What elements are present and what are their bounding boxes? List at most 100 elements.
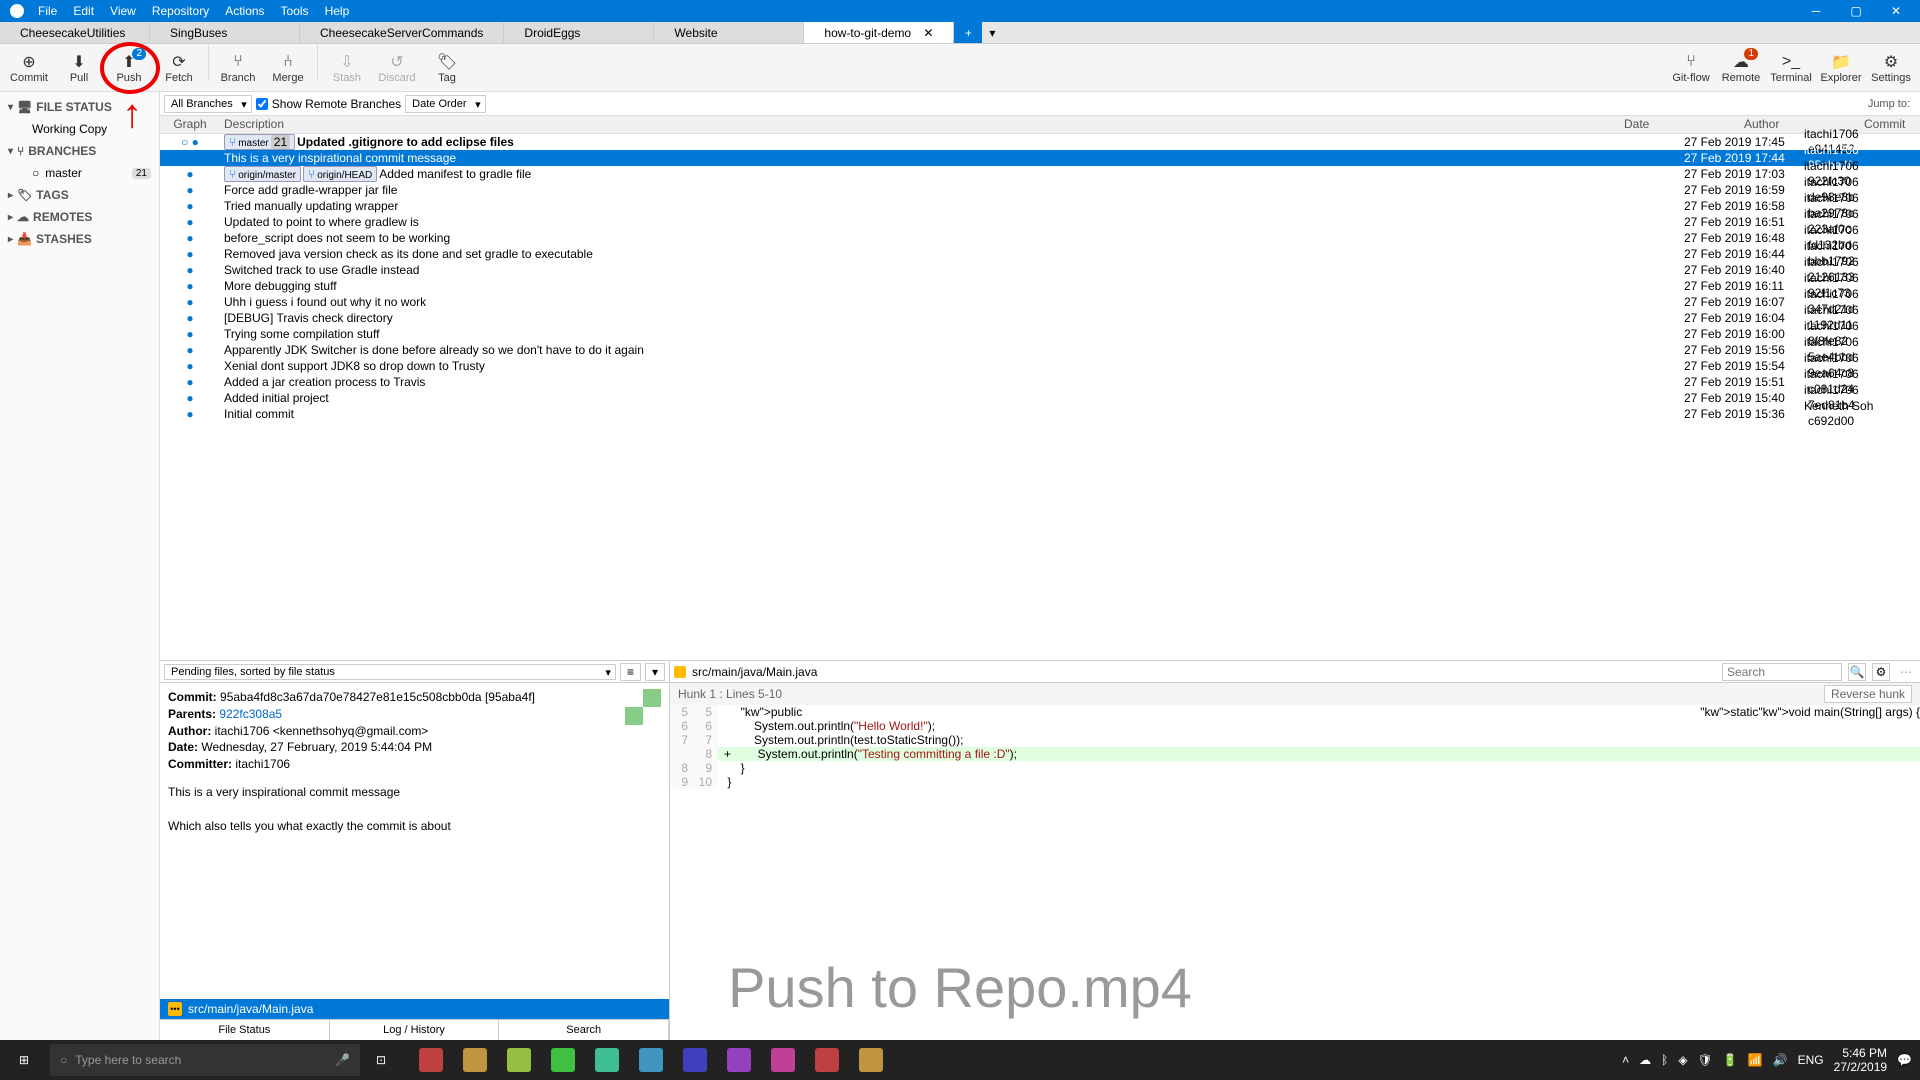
tab-add-button[interactable]: + bbox=[954, 22, 982, 43]
commit-row[interactable]: ●Trying some compilation stuff27 Feb 201… bbox=[160, 326, 1920, 342]
tray-wifi-icon[interactable]: 📶 bbox=[1748, 1053, 1763, 1067]
tab-how-to-git-demo[interactable]: how-to-git-demo✕ bbox=[804, 22, 954, 43]
sidebar-stashes[interactable]: ▸📥STASHES bbox=[0, 228, 159, 250]
minimize-button[interactable]: ─ bbox=[1796, 4, 1836, 18]
diff-more-icon[interactable]: ⋯ bbox=[1896, 665, 1916, 679]
merge-button[interactable]: ⑃Merge bbox=[263, 44, 313, 92]
commit-row[interactable]: ●Tried manually updating wrapper27 Feb 2… bbox=[160, 198, 1920, 214]
show-remote-checkbox[interactable]: Show Remote Branches bbox=[256, 97, 401, 111]
tab-droideggs[interactable]: DroidEggs bbox=[504, 22, 654, 43]
tray-language[interactable]: ENG bbox=[1798, 1053, 1824, 1067]
commit-row[interactable]: ●Switched track to use Gradle instead27 … bbox=[160, 262, 1920, 278]
taskbar-app-mc[interactable] bbox=[674, 1040, 716, 1080]
branch-button[interactable]: ⑂Branch bbox=[213, 44, 263, 92]
commit-row[interactable]: ●before_script does not seem to be worki… bbox=[160, 230, 1920, 246]
view-mode-dropdown[interactable]: ▾ bbox=[645, 663, 665, 681]
sidebar-remotes[interactable]: ▸☁REMOTES bbox=[0, 206, 159, 228]
diff-search-input[interactable] bbox=[1722, 663, 1842, 681]
explorer-button[interactable]: 📁Explorer bbox=[1816, 44, 1866, 92]
commit-row[interactable]: ●More debugging stuff27 Feb 2019 16:11it… bbox=[160, 278, 1920, 294]
commit-row[interactable]: ●⑂origin/master⑂origin/HEADAdded manifes… bbox=[160, 166, 1920, 182]
bottom-tab-log-history[interactable]: Log / History bbox=[330, 1020, 500, 1040]
sidebar-branch-master[interactable]: ○master21 bbox=[0, 162, 159, 184]
tray-volume-icon[interactable]: 🔊 bbox=[1773, 1053, 1788, 1067]
sidebar-tags[interactable]: ▸🏷TAGS bbox=[0, 184, 159, 206]
commit-row[interactable]: ●Apparently JDK Switcher is done before … bbox=[160, 342, 1920, 358]
close-button[interactable]: ✕ bbox=[1876, 4, 1916, 18]
view-mode-button[interactable]: ≡ bbox=[620, 663, 641, 681]
bottom-tab-search[interactable]: Search bbox=[499, 1020, 669, 1040]
tray-onedrive-icon[interactable]: ☁ bbox=[1639, 1053, 1651, 1067]
menu-edit[interactable]: Edit bbox=[65, 4, 102, 18]
tray-security-icon[interactable]: 🛡 bbox=[1698, 1053, 1713, 1067]
git-flow-button[interactable]: ⑂Git-flow bbox=[1666, 44, 1716, 92]
menu-view[interactable]: View bbox=[102, 4, 144, 18]
menu-file[interactable]: File bbox=[30, 4, 65, 18]
commit-row[interactable]: ●This is a very inspirational commit mes… bbox=[160, 150, 1920, 166]
col-graph: Graph bbox=[160, 116, 220, 133]
sidebar-branches[interactable]: ▾⑂BRANCHES bbox=[0, 140, 159, 162]
fetch-button[interactable]: ⟳Fetch bbox=[154, 44, 204, 92]
remote-button[interactable]: ☁Remote1 bbox=[1716, 44, 1766, 92]
menu-help[interactable]: Help bbox=[317, 4, 358, 18]
tray-battery-icon[interactable]: 🔋 bbox=[1723, 1053, 1738, 1067]
tab-list-dropdown[interactable]: ▾ bbox=[982, 22, 1002, 43]
notifications-icon[interactable]: 💬 bbox=[1897, 1053, 1912, 1067]
taskbar-app-files[interactable] bbox=[498, 1040, 540, 1080]
sidebar-working-copy[interactable]: Working Copy bbox=[0, 118, 159, 140]
push-button[interactable]: ⬆Push2 bbox=[104, 44, 154, 92]
commit-row[interactable]: ●Added initial project27 Feb 2019 15:40i… bbox=[160, 390, 1920, 406]
tab-cheesecakeservercommands[interactable]: CheesecakeServerCommands bbox=[300, 22, 504, 43]
tab-singbuses[interactable]: SingBuses bbox=[150, 22, 300, 43]
branches-filter[interactable]: All Branches bbox=[164, 95, 252, 113]
commit-row[interactable]: ●Force add gradle-wrapper jar file27 Feb… bbox=[160, 182, 1920, 198]
commit-button[interactable]: ⊕Commit bbox=[4, 44, 54, 92]
commit-row[interactable]: ●Added a jar creation process to Travis2… bbox=[160, 374, 1920, 390]
pull-button[interactable]: ⬇Pull bbox=[54, 44, 104, 92]
taskbar-app-proj[interactable] bbox=[806, 1040, 848, 1080]
taskbar-app-notion[interactable] bbox=[630, 1040, 672, 1080]
menu-repository[interactable]: Repository bbox=[144, 4, 217, 18]
taskbar-app-srctree[interactable] bbox=[850, 1040, 892, 1080]
changed-file-row[interactable]: ••• src/main/java/Main.java bbox=[160, 999, 669, 1019]
search-icon[interactable]: 🔍 bbox=[1848, 663, 1866, 681]
settings-button[interactable]: ⚙Settings bbox=[1866, 44, 1916, 92]
taskbar-app-firefox[interactable] bbox=[542, 1040, 584, 1080]
commit-row[interactable]: ●Removed java version check as its done … bbox=[160, 246, 1920, 262]
commit-row[interactable]: ○ ●⑂master21Updated .gitignore to add ec… bbox=[160, 134, 1920, 150]
taskbar-app-maps[interactable] bbox=[762, 1040, 804, 1080]
commit-row[interactable]: ●[DEBUG] Travis check directory27 Feb 20… bbox=[160, 310, 1920, 326]
taskbar-search[interactable]: ○Type here to search🎤 bbox=[50, 1044, 360, 1076]
diff-settings-icon[interactable]: ⚙ bbox=[1872, 663, 1890, 681]
task-view-icon[interactable]: ⊡ bbox=[360, 1040, 402, 1080]
commit-row[interactable]: ●Uhh i guess i found out why it no work2… bbox=[160, 294, 1920, 310]
commit-row[interactable]: ●Initial commit27 Feb 2019 15:36Kenneth … bbox=[160, 406, 1920, 422]
menu-actions[interactable]: Actions bbox=[217, 4, 272, 18]
taskbar-app-store[interactable] bbox=[454, 1040, 496, 1080]
tab-website[interactable]: Website bbox=[654, 22, 804, 43]
taskbar-app-twitch[interactable] bbox=[718, 1040, 760, 1080]
tag-button[interactable]: 🏷Tag bbox=[422, 44, 472, 92]
git-flow-icon: ⑂ bbox=[1686, 52, 1696, 72]
bottom-tab-file-status[interactable]: File Status bbox=[160, 1020, 330, 1040]
commit-row[interactable]: ●Updated to point to where gradlew is27 … bbox=[160, 214, 1920, 230]
commit-row[interactable]: ●Xenial dont support JDK8 so drop down t… bbox=[160, 358, 1920, 374]
pending-files-dropdown[interactable]: Pending files, sorted by file status bbox=[164, 664, 616, 680]
stash-button: ⇩Stash bbox=[322, 44, 372, 92]
tray-chevron-icon[interactable]: ˄ bbox=[1622, 1053, 1629, 1067]
tab-cheesecakeutilities[interactable]: CheesecakeUtilities bbox=[0, 22, 150, 43]
date-order-dropdown[interactable]: Date Order bbox=[405, 95, 485, 113]
tray-bluetooth-icon[interactable]: ᛒ bbox=[1661, 1053, 1668, 1067]
start-button[interactable]: ⊞ bbox=[0, 1040, 48, 1080]
terminal-button[interactable]: >_Terminal bbox=[1766, 44, 1816, 92]
tray-dropbox-icon[interactable]: ◈ bbox=[1678, 1053, 1687, 1067]
tab-close-icon[interactable]: ✕ bbox=[915, 26, 933, 40]
terminal-icon: >_ bbox=[1782, 52, 1800, 72]
taskbar-app-edge[interactable] bbox=[410, 1040, 452, 1080]
taskbar-app-chrome[interactable] bbox=[586, 1040, 628, 1080]
sidebar-file-status[interactable]: ▾🖥FILE STATUS bbox=[0, 96, 159, 118]
reverse-hunk-button[interactable]: Reverse hunk bbox=[1824, 685, 1912, 703]
menu-tools[interactable]: Tools bbox=[273, 4, 317, 18]
taskbar-clock[interactable]: 5:46 PM 27/2/2019 bbox=[1834, 1046, 1887, 1075]
maximize-button[interactable]: ▢ bbox=[1836, 4, 1876, 18]
